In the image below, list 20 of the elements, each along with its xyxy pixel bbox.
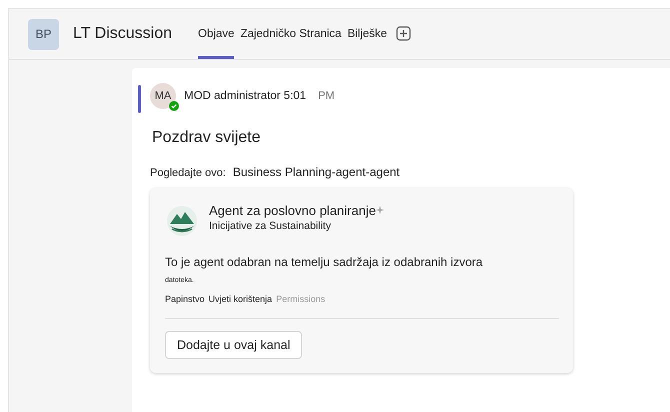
add-to-channel-button[interactable]: Dodajte u ovaj kanal — [165, 331, 302, 359]
channel-tab[interactable]: Bilješke — [347, 9, 388, 59]
mountain-logo-icon — [165, 205, 199, 237]
sparkle-icon — [376, 206, 384, 214]
agent-title: Agent za poslovno planiranje — [209, 203, 376, 218]
user-avatar: MA — [150, 83, 176, 109]
author-name: MOD administrator 5:01 — [184, 90, 306, 102]
agent-subtitle: Inicijative za Sustainability — [209, 220, 332, 232]
channel-tab[interactable]: Zajedničko Stranica — [240, 9, 342, 59]
add-tab-icon[interactable] — [396, 26, 412, 40]
team-name: LT Discussion — [73, 25, 172, 43]
channel-tab[interactable]: Objave — [198, 9, 234, 59]
card-link[interactable]: Uvjeti korištenja — [208, 294, 272, 304]
agent-description: To je agent odabran na temelju sadržaja iz odabranih izvora — [165, 255, 484, 269]
post-text: Pogledajte ovo: — [150, 167, 226, 179]
post-subject: Pozdrav svijete — [152, 129, 262, 147]
card-link[interactable]: Papinstvo — [165, 294, 205, 304]
post-time: PM — [318, 90, 335, 102]
team-avatar: BP — [28, 18, 59, 50]
mention-link[interactable]: Business Planning-agent-agent — [232, 165, 400, 179]
